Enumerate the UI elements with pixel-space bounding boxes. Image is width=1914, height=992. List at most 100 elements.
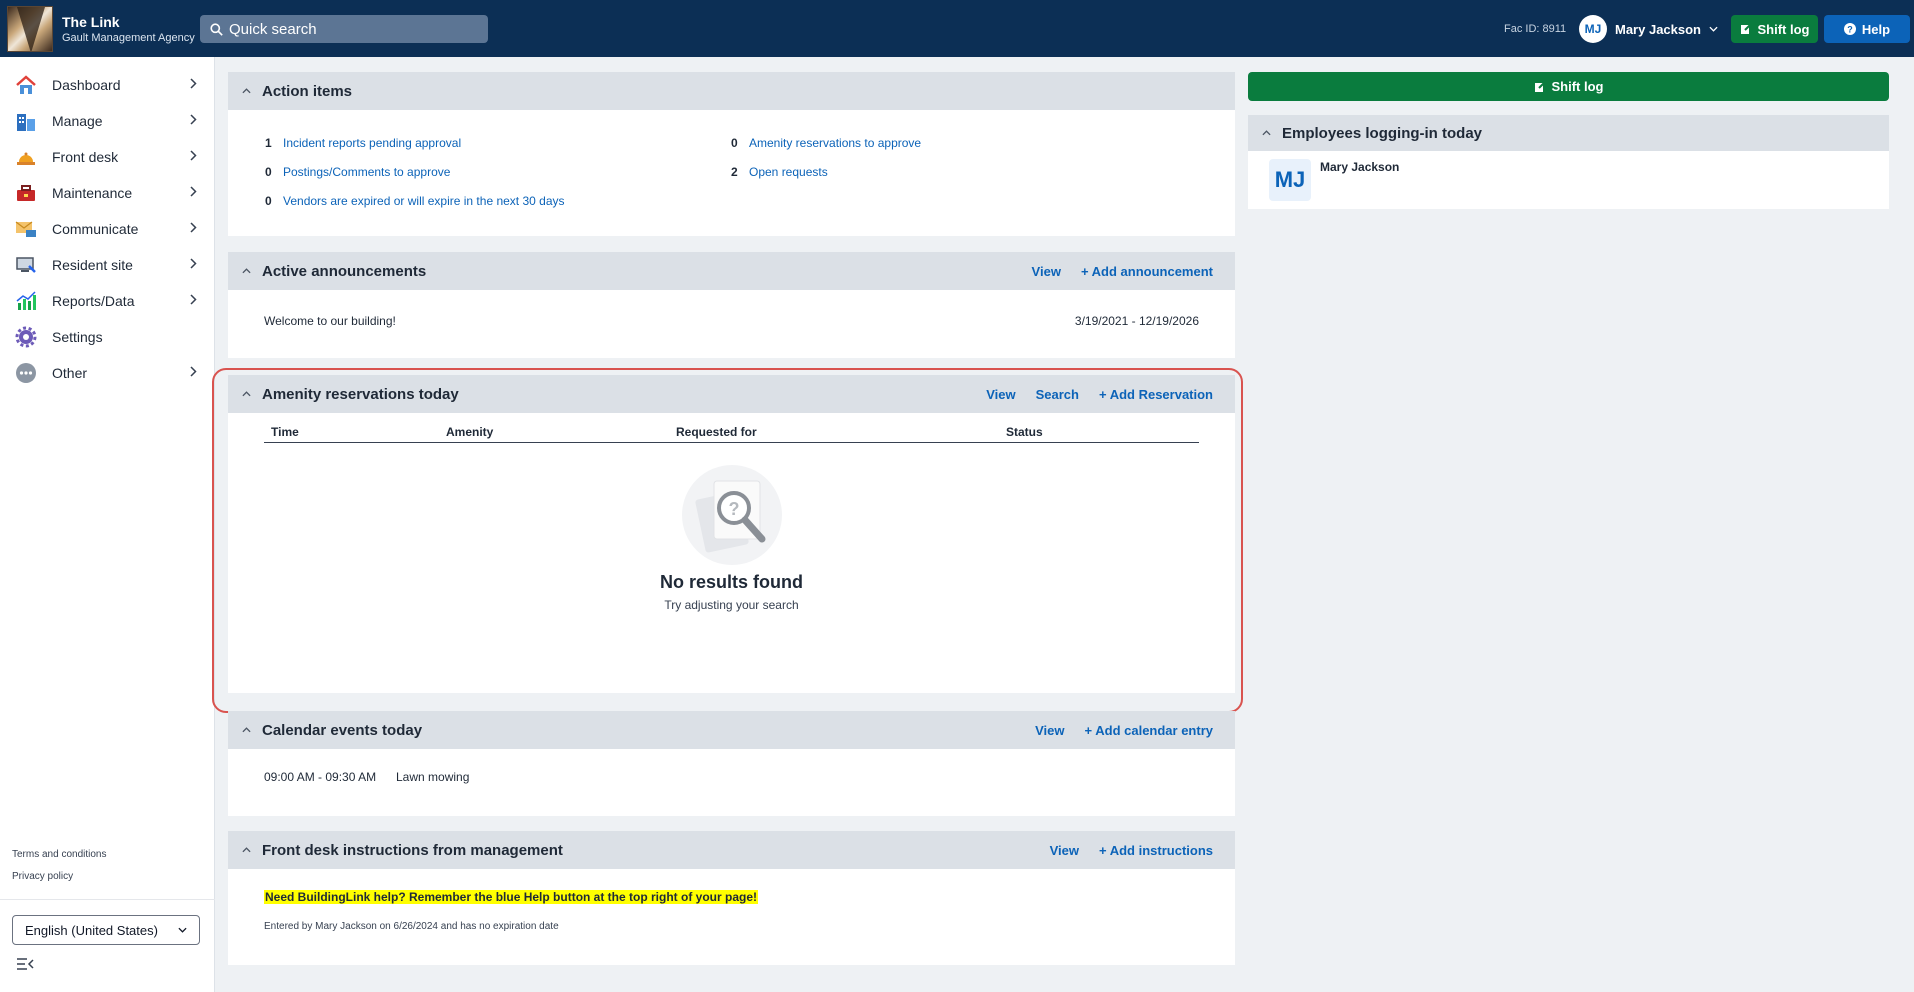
add-announcement-link[interactable]: + Add announcement <box>1081 264 1213 279</box>
fac-id: Fac ID: 8911 <box>1504 23 1567 35</box>
sidebar-item-resident-site[interactable]: Resident site <box>0 248 215 282</box>
chevron-right-icon <box>190 258 197 269</box>
sidebar: Dashboard Manage Front desk Maintenance … <box>0 57 215 992</box>
help-label: Help <box>1861 21 1891 37</box>
bell-icon <box>14 145 38 169</box>
employee-name[interactable]: Mary Jackson <box>1320 160 1399 174</box>
top-bar: The Link Gault Management Agency Quick s… <box>0 0 1914 57</box>
brand: The Link Gault Management Agency <box>62 14 195 44</box>
panel-title: Front desk instructions from management <box>262 841 563 859</box>
chevron-up-icon[interactable] <box>1262 130 1271 136</box>
language-select[interactable]: English (United States) <box>12 915 200 945</box>
panel-header[interactable]: Active announcements View + Add announce… <box>228 252 1235 290</box>
action-item[interactable]: 1 Incident reports pending approval <box>265 136 461 150</box>
action-count: 0 <box>731 136 738 150</box>
action-link[interactable]: Open requests <box>749 165 828 179</box>
avatar: MJ <box>1269 159 1311 201</box>
action-link[interactable]: Amenity reservations to approve <box>749 136 921 150</box>
chevron-right-icon <box>190 186 197 197</box>
toolbox-icon <box>14 181 38 205</box>
sidebar-item-other[interactable]: Other <box>0 356 215 390</box>
collapse-sidebar-icon[interactable] <box>16 957 34 971</box>
action-link[interactable]: Vendors are expired or will expire in th… <box>283 194 565 208</box>
sidebar-item-label: Communicate <box>52 221 139 237</box>
panel-title: Employees logging-in today <box>1282 124 1483 142</box>
view-link[interactable]: View <box>1032 264 1061 279</box>
chevron-up-icon[interactable] <box>242 847 251 853</box>
sidebar-item-label: Front desk <box>52 149 119 165</box>
help-button[interactable]: ? Help <box>1824 15 1910 43</box>
chevron-right-icon <box>190 294 197 305</box>
action-link[interactable]: Postings/Comments to approve <box>283 165 450 179</box>
privacy-link[interactable]: Privacy policy <box>12 871 73 882</box>
building-icon <box>14 109 38 133</box>
chevron-right-icon <box>190 150 197 161</box>
action-item[interactable]: 2 Open requests <box>731 165 828 179</box>
more-icon <box>14 361 38 385</box>
sidebar-item-manage[interactable]: Manage <box>0 104 215 138</box>
view-link[interactable]: View <box>1035 723 1064 738</box>
search-input[interactable]: Quick search <box>200 15 488 43</box>
chevron-up-icon[interactable] <box>242 88 251 94</box>
chevron-right-icon <box>190 366 197 377</box>
sidebar-item-reports[interactable]: Reports/Data <box>0 284 215 318</box>
add-instructions-link[interactable]: + Add instructions <box>1099 843 1213 858</box>
panel-header[interactable]: Action items <box>228 72 1235 110</box>
sidebar-item-settings[interactable]: Settings <box>0 320 215 354</box>
help-icon: ? <box>1843 23 1856 35</box>
avatar: MJ <box>1579 15 1607 43</box>
announcement-dates: 3/19/2021 - 12/19/2026 <box>1074 314 1199 328</box>
panel-header[interactable]: Employees logging-in today <box>1248 115 1889 151</box>
user-menu[interactable]: MJ Mary Jackson <box>1579 15 1718 43</box>
sidebar-item-front-desk[interactable]: Front desk <box>0 140 215 174</box>
gear-icon <box>14 325 38 349</box>
house-icon <box>14 73 38 97</box>
language-value: English (United States) <box>25 922 158 938</box>
action-count: 0 <box>265 165 272 179</box>
sidebar-item-dashboard[interactable]: Dashboard <box>0 68 215 102</box>
shift-log-button[interactable]: Shift log <box>1731 15 1818 43</box>
action-item[interactable]: 0 Vendors are expired or will expire in … <box>265 194 565 208</box>
edit-icon <box>1534 80 1546 92</box>
chevron-right-icon <box>190 78 197 89</box>
search-icon <box>210 22 223 36</box>
terms-link[interactable]: Terms and conditions <box>12 849 107 860</box>
event-name[interactable]: Lawn mowing <box>396 770 469 784</box>
action-link[interactable]: Incident reports pending approval <box>283 136 461 150</box>
sidebar-item-maintenance[interactable]: Maintenance <box>0 176 215 210</box>
sidebar-item-communicate[interactable]: Communicate <box>0 212 215 246</box>
shift-log-button-wide[interactable]: Shift log <box>1248 72 1889 101</box>
app-name: The Link <box>62 13 120 30</box>
svg-text:?: ? <box>1847 25 1853 35</box>
action-item[interactable]: 0 Amenity reservations to approve <box>731 136 921 150</box>
announcement-text[interactable]: Welcome to our building! <box>264 314 396 328</box>
panel-title: Active announcements <box>262 262 427 280</box>
app-logo[interactable] <box>7 5 53 52</box>
calendar-panel: Calendar events today View + Add calenda… <box>228 711 1235 816</box>
chevron-up-icon[interactable] <box>242 268 251 274</box>
action-count: 2 <box>731 165 738 179</box>
sidebar-item-label: Resident site <box>52 257 133 273</box>
chevron-down-icon <box>1709 26 1718 32</box>
shift-log-label: Shift log <box>1551 79 1604 94</box>
panel-title: Calendar events today <box>262 721 423 739</box>
action-item[interactable]: 0 Postings/Comments to approve <box>265 165 450 179</box>
chevron-up-icon[interactable] <box>242 727 251 733</box>
frontdesk-panel: Front desk instructions from management … <box>228 831 1235 965</box>
chevron-right-icon <box>190 222 197 233</box>
sidebar-item-label: Other <box>52 365 88 381</box>
panel-title: Action items <box>262 82 353 100</box>
action-count: 1 <box>265 136 272 150</box>
envelope-icon <box>14 217 38 241</box>
panel-header[interactable]: Calendar events today View + Add calenda… <box>228 711 1235 749</box>
highlight-outline <box>212 368 1243 713</box>
monitor-icon <box>14 253 38 277</box>
sidebar-item-label: Manage <box>52 113 103 129</box>
instruction-entered-by: Entered by Mary Jackson on 6/26/2024 and… <box>264 921 559 932</box>
action-items-panel: Action items 1 Incident reports pending … <box>228 72 1235 236</box>
view-link[interactable]: View <box>1050 843 1079 858</box>
chart-icon <box>14 289 38 313</box>
panel-header[interactable]: Front desk instructions from management … <box>228 831 1235 869</box>
org-name: Gault Management Agency <box>62 31 195 44</box>
add-calendar-entry-link[interactable]: + Add calendar entry <box>1085 723 1213 738</box>
